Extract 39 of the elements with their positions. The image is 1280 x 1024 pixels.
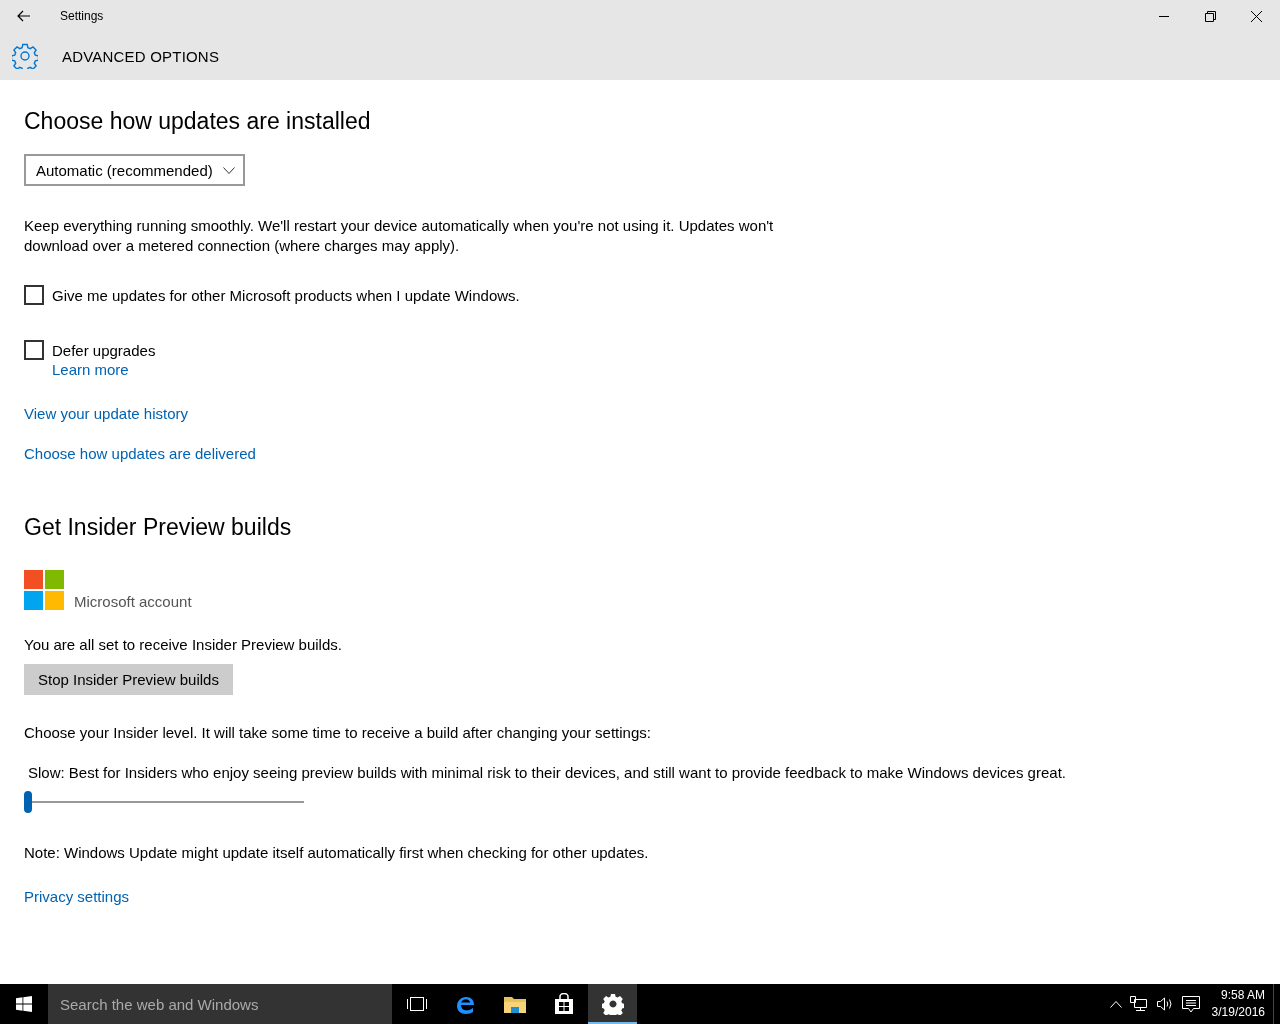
checkbox[interactable] (24, 340, 44, 360)
taskbar-app-button[interactable] (588, 984, 637, 1024)
insider-level-description: Slow: Best for Insiders who enjoy seeing preview builds with minimal risk to their devices, and still want to provide feedback to make Windows devices great. (28, 763, 1066, 783)
gear-icon (12, 43, 38, 69)
windows-logo-icon (16, 996, 32, 1012)
note-text: Note: Windows Update might update itself automatically first when checking for other updates. (24, 843, 649, 863)
checkbox-label: Defer upgrades (52, 341, 156, 359)
window-title: Settings (60, 9, 105, 23)
link[interactable]: View your update history (24, 404, 188, 424)
section-heading: Get Insider Preview builds (24, 513, 292, 542)
account-label: Microsoft account (74, 593, 192, 610)
status-text: You are all set to receive Insider Preview builds. (24, 635, 342, 655)
speaker-icon[interactable] (1155, 997, 1174, 1011)
chevron-down-icon (222, 166, 235, 174)
task-view-icon (405, 996, 428, 1012)
restore-icon (1204, 10, 1216, 22)
back-arrow-icon (17, 10, 31, 22)
search-field[interactable]: Search the web and Windows (48, 984, 392, 1024)
link[interactable]: Choose how updates are delivered (24, 444, 256, 464)
insider-level-prompt: Choose your Insider level. It will take some time to receive a build after changing your settings: (24, 723, 651, 743)
speech-bubble-icon[interactable] (1181, 995, 1200, 1013)
clock[interactable]: 9:58 AM 3/19/2016 (1211, 987, 1265, 1021)
four-squares-logo-icon (24, 570, 64, 610)
section-heading: Choose how updates are installed (24, 107, 371, 136)
privacy-settings-link[interactable]: Privacy settings (24, 887, 130, 907)
shopping-bag-icon (553, 993, 574, 1015)
stop-insider-button[interactable]: Stop Insider Preview builds (24, 664, 233, 695)
checkbox-label: Give me updates for other Microsoft products when I update Windows. (52, 286, 520, 304)
chevron-up-icon[interactable] (1109, 1000, 1122, 1008)
network-icon[interactable] (1129, 996, 1148, 1012)
learn-more-link[interactable]: Learn more (52, 360, 129, 380)
page-title: ADVANCED OPTIONS (62, 47, 220, 65)
folder-icon (502, 994, 527, 1014)
update-mode-dropdown[interactable]: Automatic (recommended) (24, 154, 245, 186)
close-icon (1250, 10, 1262, 22)
gear-icon (601, 993, 624, 1015)
slider-thumb[interactable] (24, 791, 32, 813)
checkbox[interactable] (24, 285, 44, 305)
description-text: Keep everything running smoothly. We'll restart your device automatically when you're not using it. Updates won't download over a metered connection (where charges may apply). (24, 216, 775, 256)
